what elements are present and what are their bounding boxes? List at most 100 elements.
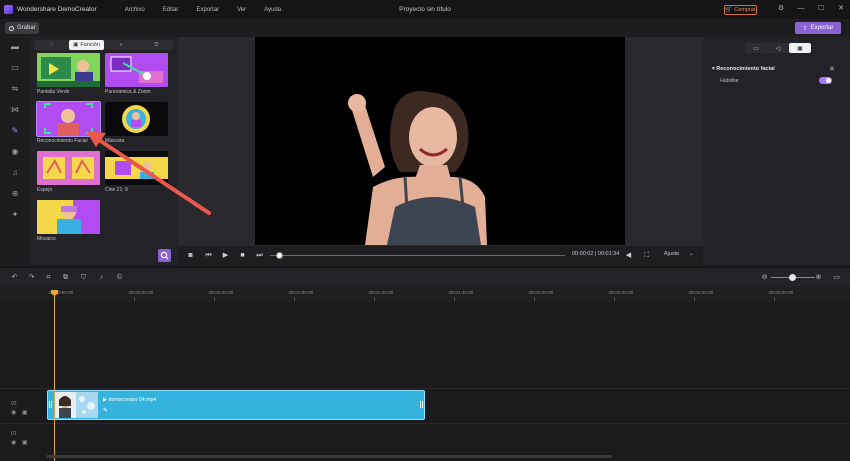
audio-icon[interactable]: ♫ <box>10 168 20 178</box>
fullscreen-icon[interactable]: ⛶ <box>642 251 651 260</box>
left-icon-sidebar: ▬ ▭ ⇋ ⋈ ✎ ◉ ♫ ⊕ ✦ <box>0 37 30 265</box>
record-icon <box>9 25 14 31</box>
transition-icon[interactable]: ⇋ <box>10 84 20 94</box>
clip-thumbnails <box>54 392 98 418</box>
sticker-icon[interactable]: ◉ <box>10 147 20 157</box>
properties-tabs: ▭ ◁ ▣ <box>745 43 811 53</box>
copyright-icon[interactable]: © <box>115 273 124 282</box>
microphone-icon[interactable]: ♪ <box>97 273 106 282</box>
zoom-out-icon[interactable]: ⊖ <box>760 273 769 282</box>
volume-icon[interactable]: ◀ <box>624 251 633 260</box>
tick-mark <box>614 297 615 301</box>
effect-label-cinema: Cine 21: 9 <box>105 187 128 193</box>
lock-icon[interactable]: ▣ <box>22 440 28 446</box>
clip-effect-icon: ✎ <box>103 408 109 414</box>
lock-icon[interactable]: ▣ <box>22 410 28 416</box>
tick-label: 00:02:20:00 <box>609 290 634 295</box>
visibility-icon[interactable]: ◉ <box>11 410 16 416</box>
effect-label-pan-zoom: Panorámica & Zoom <box>105 89 151 95</box>
play-icon[interactable]: ▶ <box>221 251 230 260</box>
pin-icon[interactable]: ✦ <box>10 210 20 220</box>
preview-person-image <box>255 37 625 245</box>
caption-icon[interactable]: ▭ <box>10 63 20 73</box>
redo-icon[interactable]: ↷ <box>27 273 36 282</box>
fit-dropdown[interactable]: Ajuste ⌄ <box>664 251 693 257</box>
effect-thumb-cinema[interactable] <box>105 151 168 185</box>
effect-thumb-mirror[interactable] <box>37 151 100 185</box>
timeline-toolbar: ↶ ↷ ⌗ ⧉ ⛉ ♪ © ⊖ ⊕ ▭ <box>0 267 850 286</box>
record-button[interactable]: Grabar <box>5 22 39 34</box>
menu-ver[interactable]: Ver <box>237 7 246 13</box>
track-header-01: 01 ◉ ▣ <box>11 431 55 446</box>
zoom-in-icon[interactable]: ⊕ <box>814 273 823 282</box>
effect-thumb-pan-zoom[interactable] <box>105 53 168 87</box>
marker-icon[interactable]: ⋈ <box>10 105 20 115</box>
menu-editar[interactable]: Editar <box>163 7 179 13</box>
timeline[interactable] <box>0 286 850 461</box>
cursor-icon[interactable]: ⊕ <box>10 189 20 199</box>
playhead-line[interactable] <box>54 290 55 461</box>
tick-mark <box>134 297 135 301</box>
crop-icon[interactable]: ⌗ <box>44 273 53 282</box>
minimize-icon[interactable]: — <box>796 4 806 14</box>
clip-right-handle[interactable] <box>420 401 423 408</box>
enable-label: Habilitar <box>720 78 740 84</box>
effect-thumb-green-screen[interactable] <box>37 53 100 87</box>
enable-toggle[interactable] <box>819 77 832 84</box>
stop-icon[interactable]: ■ <box>238 251 247 260</box>
tab-function[interactable]: ▣ Función <box>69 40 104 50</box>
maximize-icon[interactable]: ☐ <box>816 4 826 14</box>
top-toolbar: Grabar ⇪ Exportar <box>0 19 850 37</box>
face-recognition-section[interactable]: ▾ Reconocimiento facial <box>712 66 775 72</box>
settings-icon[interactable]: ⚙ <box>776 4 786 14</box>
previous-frame-icon[interactable]: ⏮ <box>204 251 213 260</box>
tab-audio-props[interactable]: ◁ <box>767 43 789 53</box>
pan-zoom-illustration <box>105 53 168 87</box>
video-preview[interactable] <box>255 37 625 245</box>
record-label: Grabar <box>17 25 36 31</box>
magic-effects-icon[interactable]: ✎ <box>10 126 20 136</box>
remove-effect-icon[interactable]: ✕ <box>829 65 835 73</box>
mask-illustration <box>105 102 168 136</box>
effect-label-green-screen: Pantalla Verde <box>37 89 70 95</box>
player-controls: ◙ ⏮ ▶ ■ ⏭ 00:00:02 | 00:01:34 ◀ ⛶ Ajuste… <box>178 246 703 265</box>
export-button[interactable]: ⇪ Exportar <box>795 22 841 34</box>
zoom-slider-knob[interactable] <box>789 274 796 281</box>
menu-exportar[interactable]: Exportar <box>196 7 219 13</box>
buy-button[interactable]: 🛒 Comprar <box>724 5 757 15</box>
search-button[interactable] <box>158 249 171 262</box>
menu-ayuda[interactable]: Ayuda <box>264 7 281 13</box>
clip-filename: democreator 04.mp4 <box>108 397 157 403</box>
effect-thumb-face-recognition[interactable] <box>36 101 101 137</box>
close-icon[interactable]: ✕ <box>836 4 846 14</box>
fit-timeline-icon[interactable]: ▭ <box>832 273 841 282</box>
undo-icon[interactable]: ↶ <box>10 273 19 282</box>
effect-label-mask: Máscara <box>105 138 125 144</box>
tick-label: 00:03:00:00 <box>769 290 794 295</box>
timeline-ruler[interactable]: 00:00:00:00 00:00:20:00 00:00:40:00 00:0… <box>0 286 850 302</box>
snapshot-icon[interactable]: ◙ <box>186 251 195 260</box>
folder-icon[interactable]: ▬ <box>10 42 20 52</box>
tab-effect-props[interactable]: ▣ <box>789 43 811 53</box>
tab-video-props[interactable]: ▭ <box>745 43 767 53</box>
next-frame-icon[interactable]: ⏭ <box>255 251 264 260</box>
split-icon[interactable]: ⧉ <box>61 273 70 282</box>
playback-scrubber[interactable] <box>270 255 565 256</box>
visibility-icon[interactable]: ◉ <box>11 440 16 446</box>
timeline-scrollbar[interactable] <box>46 455 612 458</box>
effect-label-mirror: Espejo <box>37 187 53 193</box>
effect-thumb-mask[interactable] <box>105 102 168 136</box>
marker-shield-icon[interactable]: ⛉ <box>79 273 88 282</box>
tick-mark <box>214 297 215 301</box>
clip-left-handle[interactable] <box>49 401 52 408</box>
menu-archivo[interactable]: Archivo <box>125 7 145 13</box>
tab-favorites[interactable]: ♡ <box>34 40 69 50</box>
tab-list[interactable]: ☰ <box>139 40 174 50</box>
heart-icon: ♡ <box>49 42 54 48</box>
tick-label: 00:00:20:00 <box>129 290 154 295</box>
effect-thumb-mosaic[interactable] <box>37 200 100 234</box>
video-clip[interactable]: ▶ democreator 04.mp4 ✎ <box>47 390 425 420</box>
scrubber-knob[interactable] <box>275 252 283 259</box>
tick-label: 00:01:20:00 <box>369 290 394 295</box>
tab-toggle[interactable]: ◐ <box>104 40 139 50</box>
